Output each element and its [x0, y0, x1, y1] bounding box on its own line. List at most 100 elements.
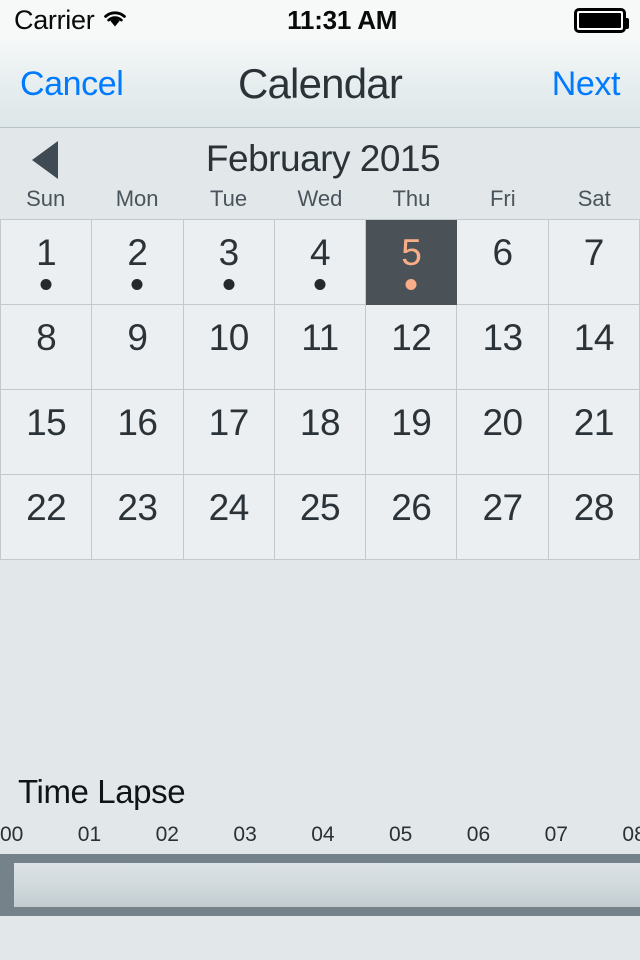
calendar-day-10[interactable]: 10 — [183, 305, 275, 390]
status-bar-time: 11:31 AM — [287, 4, 398, 35]
event-dot-icon — [314, 279, 326, 290]
hour-tick-01: 01 — [77, 824, 102, 846]
calendar-day-2[interactable]: 2 — [92, 220, 184, 305]
event-dot-icon — [40, 279, 52, 290]
day-number: 15 — [26, 402, 67, 443]
time-lapse-section: Time Lapse 00 01 02 03 04 05 06 07 08 — [0, 775, 640, 916]
calendar-day-19[interactable]: 19 — [366, 390, 458, 475]
hour-tick-08: 08 — [622, 824, 640, 846]
calendar-day-26[interactable]: 26 — [366, 475, 458, 560]
day-number: 1 — [36, 232, 57, 273]
calendar-day-25[interactable]: 25 — [274, 475, 367, 560]
day-number: 21 — [573, 402, 615, 443]
day-number: 19 — [391, 402, 432, 443]
calendar-day-11[interactable]: 11 — [274, 305, 367, 390]
weekday-label-mon: Mon — [115, 186, 159, 211]
day-number: 7 — [583, 232, 605, 273]
day-number: 26 — [391, 487, 432, 528]
calendar-grid: 1 2 3 4 5 6 7 8 9 10 11 12 13 14 15 16 17 18 19 20 21 22 23 24 2… — [0, 219, 640, 560]
day-number: 20 — [482, 402, 523, 443]
day-number: 16 — [117, 402, 158, 443]
day-number: 12 — [391, 317, 432, 358]
day-number: 6 — [492, 232, 514, 273]
time-lapse-slider-bar[interactable] — [14, 863, 640, 907]
day-number: 8 — [36, 317, 57, 358]
battery-full-icon — [574, 7, 629, 33]
calendar-day-18[interactable]: 18 — [274, 390, 367, 475]
navigation-bar: Cancel Calendar Next — [0, 40, 640, 128]
hour-tick-05: 05 — [389, 824, 413, 846]
day-number: 14 — [573, 317, 615, 358]
calendar-day-28[interactable]: 28 — [548, 475, 640, 560]
hour-tick-04: 04 — [311, 824, 335, 846]
day-number: 3 — [218, 232, 240, 273]
hour-tick-00: 00 — [0, 824, 24, 846]
event-dot-icon — [405, 279, 417, 290]
calendar-day-14[interactable]: 14 — [548, 305, 640, 390]
day-number: 4 — [309, 232, 331, 273]
hour-tick-06: 06 — [466, 824, 491, 846]
status-bar: Carrier 11:31 AM — [0, 0, 640, 40]
calendar-day-6[interactable]: 6 — [457, 220, 549, 305]
carrier-label: Carrier — [14, 4, 95, 35]
weekday-label-tue: Tue — [210, 186, 248, 211]
day-number: 2 — [127, 232, 148, 273]
calendar-week-row: 15 16 17 18 19 20 21 — [0, 390, 640, 475]
day-number: 22 — [26, 487, 67, 528]
weekday-label-sat: Sat — [577, 186, 611, 211]
status-bar-right — [574, 7, 629, 33]
month-header: February 2015 — [0, 129, 640, 187]
next-button[interactable]: Next — [552, 67, 621, 101]
calendar-day-1[interactable]: 1 — [0, 220, 93, 305]
day-number: 9 — [127, 317, 148, 358]
calendar-week-row: 1 2 3 4 5 6 7 — [0, 220, 640, 305]
calendar-day-12[interactable]: 12 — [366, 305, 458, 390]
calendar-week-row: 22 23 24 25 26 27 28 — [0, 475, 640, 560]
day-number: 27 — [482, 487, 523, 528]
weekday-label-sun: Sun — [26, 186, 66, 211]
calendar-day-13[interactable]: 13 — [457, 305, 549, 390]
calendar-day-23[interactable]: 23 — [92, 475, 184, 560]
triangle-left-icon[interactable] — [32, 141, 58, 179]
month-label: February 2015 — [205, 137, 441, 179]
day-number: 23 — [117, 487, 158, 528]
hour-tick-07: 07 — [544, 824, 568, 846]
calendar-day-15[interactable]: 15 — [0, 390, 93, 475]
calendar-day-21[interactable]: 21 — [548, 390, 640, 475]
time-lapse-title: Time Lapse — [18, 773, 186, 810]
calendar-day-24[interactable]: 24 — [183, 475, 275, 560]
day-number: 25 — [299, 487, 341, 528]
weekday-label-fri: Fri — [489, 186, 516, 211]
calendar-day-3[interactable]: 3 — [183, 220, 275, 305]
event-dot-icon — [223, 279, 235, 290]
day-number: 28 — [573, 487, 615, 528]
day-number: 5 — [401, 232, 422, 273]
day-number: 11 — [301, 317, 339, 358]
cancel-button[interactable]: Cancel — [20, 67, 124, 101]
time-lapse-tick-row: 00 01 02 03 04 05 06 07 08 — [0, 824, 640, 850]
day-number: 10 — [208, 317, 250, 358]
calendar-day-20[interactable]: 20 — [457, 390, 549, 475]
calendar-day-5[interactable]: 5 — [366, 220, 458, 305]
weekday-header-row: Sun Mon Tue Wed Thu Fri Sat — [0, 188, 640, 216]
hour-tick-02: 02 — [155, 824, 179, 846]
day-number: 17 — [208, 402, 250, 443]
weekday-label-thu: Thu — [392, 186, 431, 211]
day-number: 13 — [482, 317, 523, 358]
day-number: 18 — [299, 402, 341, 443]
calendar-day-4[interactable]: 4 — [274, 220, 367, 305]
calendar-day-17[interactable]: 17 — [183, 390, 275, 475]
time-lapse-slider[interactable] — [0, 854, 640, 916]
event-dot-icon — [131, 279, 143, 290]
day-number: 24 — [208, 487, 250, 528]
calendar-day-7[interactable]: 7 — [548, 220, 640, 305]
calendar-day-9[interactable]: 9 — [92, 305, 184, 390]
calendar-day-8[interactable]: 8 — [0, 305, 93, 390]
weekday-label-wed: Wed — [297, 186, 343, 211]
calendar-day-22[interactable]: 22 — [0, 475, 93, 560]
calendar-week-row: 8 9 10 11 12 13 14 — [0, 305, 640, 390]
calendar-day-27[interactable]: 27 — [457, 475, 549, 560]
calendar-day-16[interactable]: 16 — [92, 390, 184, 475]
hour-tick-03: 03 — [233, 824, 257, 846]
app-screen: Carrier 11:31 AM Cancel Calendar Next Fe… — [0, 0, 640, 960]
